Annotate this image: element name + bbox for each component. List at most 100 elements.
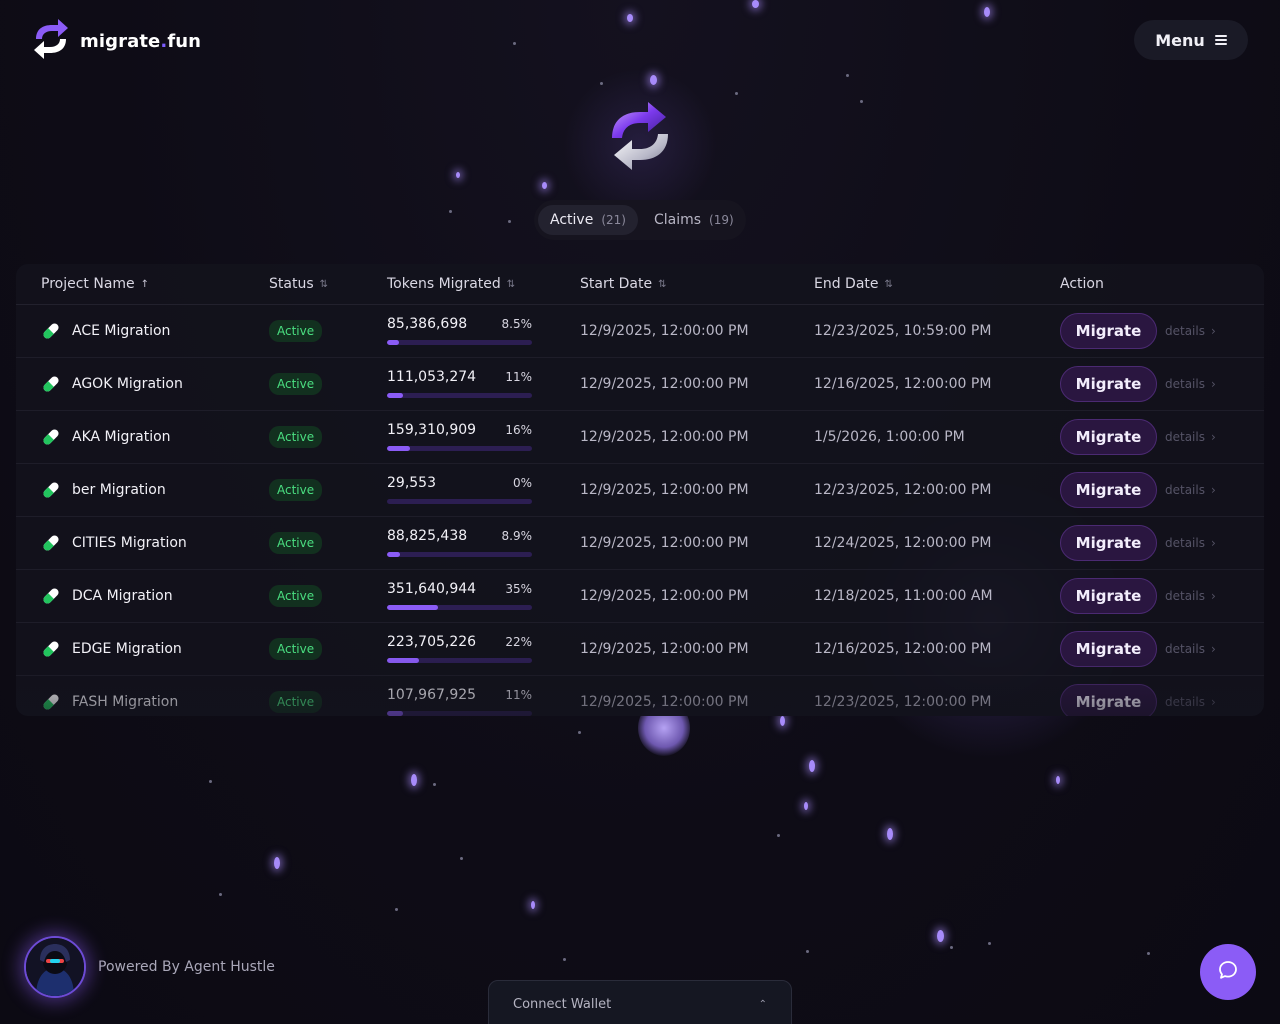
status-cell: Active xyxy=(269,304,323,357)
tokens-migrated-value: 85,386,698 xyxy=(387,316,468,332)
tab-active[interactable]: Active (21) xyxy=(538,205,638,235)
page: migrate.fun Menu Active (21) Claims (19)… xyxy=(0,0,1280,1024)
migrate-button[interactable]: Migrate xyxy=(1060,630,1157,667)
tokens-summary: 111,053,274 11% xyxy=(387,369,532,385)
details-link[interactable]: details › xyxy=(1165,430,1216,444)
details-link[interactable]: details › xyxy=(1165,536,1216,550)
details-label: details xyxy=(1165,535,1205,550)
table-row: ber Migration Active 29,553 0% 12/9/2025, 12… xyxy=(16,463,1264,517)
progress-bar-fill xyxy=(387,605,438,610)
sparkle xyxy=(411,774,417,786)
pill-icon xyxy=(40,373,62,395)
tab-label: Claims xyxy=(653,212,702,228)
tokens-migrated-cell: 29,553 0% xyxy=(387,463,532,516)
progress-bar-fill xyxy=(387,446,411,451)
migrate-button[interactable]: Migrate xyxy=(1060,365,1157,402)
status-cell: Active xyxy=(269,622,323,675)
start-date: 12/9/2025, 12:00:00 PM xyxy=(580,481,749,498)
chat-button[interactable] xyxy=(1200,944,1256,1000)
tokens-migrated-cell: 159,310,909 16% xyxy=(387,410,532,463)
project-name: ber Migration xyxy=(72,481,166,498)
details-link[interactable]: details › xyxy=(1165,695,1216,709)
hamburger-icon xyxy=(1214,35,1227,45)
migrate-button[interactable]: Migrate xyxy=(1060,683,1157,716)
tokens-migrated-cell: 107,967,925 11% xyxy=(387,675,532,716)
progress-bar-fill xyxy=(387,552,400,557)
sparkle xyxy=(209,780,212,783)
sparkle xyxy=(578,731,581,734)
end-date: 12/23/2025, 10:59:00 PM xyxy=(814,322,992,339)
details-label: details xyxy=(1165,588,1205,603)
column-tokens-migrated[interactable]: Tokens Migrated ⇅ xyxy=(387,276,515,292)
column-label: Start Date xyxy=(580,276,653,292)
project-name-cell: ACE Migration xyxy=(40,304,170,357)
menu-button[interactable]: Menu xyxy=(1134,20,1248,60)
end-date: 12/24/2025, 12:00:00 PM xyxy=(814,534,992,551)
details-link[interactable]: details › xyxy=(1165,324,1216,338)
migrate-button[interactable]: Migrate xyxy=(1060,524,1157,561)
migrate-button[interactable]: Migrate xyxy=(1060,418,1157,455)
sparkle xyxy=(531,901,535,909)
project-name: DCA Migration xyxy=(72,587,173,604)
table-row: CITIES Migration Active 88,825,438 8.9% 12/9… xyxy=(16,516,1264,570)
column-start-date[interactable]: Start Date ⇅ xyxy=(580,276,667,292)
tokens-summary: 88,825,438 8.9% xyxy=(387,528,532,544)
column-project-name[interactable]: Project Name ↑ xyxy=(41,276,149,292)
powered-by-text: Powered By Agent Hustle xyxy=(98,959,275,975)
column-label: End Date xyxy=(814,276,879,292)
tokens-migrated-cell: 223,705,226 22% xyxy=(387,622,532,675)
tokens-summary: 29,553 0% xyxy=(387,475,532,491)
sparkle xyxy=(274,857,280,869)
tokens-summary: 107,967,925 11% xyxy=(387,687,532,703)
project-name-cell: FASH Migration xyxy=(40,675,178,716)
chevron-right-icon: › xyxy=(1210,323,1216,338)
project-name-cell: AKA Migration xyxy=(40,410,171,463)
menu-label: Menu xyxy=(1155,30,1205,50)
tab-switcher: Active (21) Claims (19) xyxy=(534,200,746,240)
tokens-summary: 85,386,698 8.5% xyxy=(387,316,532,332)
column-end-date[interactable]: End Date ⇅ xyxy=(814,276,893,292)
sparkle xyxy=(600,82,603,85)
project-name-cell: CITIES Migration xyxy=(40,516,187,569)
tab-claims[interactable]: Claims (19) xyxy=(642,205,746,235)
sparkle xyxy=(563,958,566,961)
details-link[interactable]: details › xyxy=(1165,642,1216,656)
sparkle xyxy=(395,908,398,911)
pill-icon xyxy=(40,320,62,342)
column-status[interactable]: Status ⇅ xyxy=(269,276,328,292)
details-label: details xyxy=(1165,482,1205,497)
connect-wallet-bar[interactable]: Connect Wallet ⌃ xyxy=(488,980,792,1024)
progress-bar-fill xyxy=(387,340,400,345)
start-date: 12/9/2025, 12:00:00 PM xyxy=(580,640,749,657)
powered-by[interactable]: Powered By Agent Hustle xyxy=(24,936,275,998)
tab-label: Active xyxy=(550,212,594,228)
sort-icon: ⇅ xyxy=(884,278,893,290)
progress-bar xyxy=(387,499,532,504)
tokens-migrated-value: 223,705,226 xyxy=(387,634,477,650)
chevron-right-icon: › xyxy=(1210,694,1216,709)
migrate-button[interactable]: Migrate xyxy=(1060,577,1157,614)
status-cell: Active xyxy=(269,410,323,463)
end-date: 12/23/2025, 12:00:00 PM xyxy=(814,481,992,498)
details-link[interactable]: details › xyxy=(1165,483,1216,497)
tokens-migrated-value: 29,553 xyxy=(387,475,436,491)
details-link[interactable]: details › xyxy=(1165,589,1216,603)
connect-wallet-label: Connect Wallet xyxy=(513,996,612,1012)
table-row: EDGE Migration Active 223,705,226 22% 12/9/2… xyxy=(16,622,1264,676)
sparkle xyxy=(460,857,463,860)
project-name-cell: EDGE Migration xyxy=(40,622,182,675)
logo[interactable]: migrate.fun xyxy=(30,17,201,65)
action-cell: Migrate details › xyxy=(1060,675,1216,716)
tokens-migrated-percent: 35% xyxy=(505,582,532,596)
migrate-button[interactable]: Migrate xyxy=(1060,471,1157,508)
details-link[interactable]: details › xyxy=(1165,377,1216,391)
sort-icon: ⇅ xyxy=(319,278,329,290)
progress-bar xyxy=(387,393,532,398)
migrate-button[interactable]: Migrate xyxy=(1060,312,1157,349)
end-date: 12/23/2025, 12:00:00 PM xyxy=(814,693,992,710)
tokens-migrated-percent: 8.5% xyxy=(501,317,533,331)
project-name: FASH Migration xyxy=(72,693,179,710)
tokens-migrated-value: 351,640,944 xyxy=(387,581,477,597)
status-cell: Active xyxy=(269,675,323,716)
chevron-right-icon: › xyxy=(1210,535,1216,550)
